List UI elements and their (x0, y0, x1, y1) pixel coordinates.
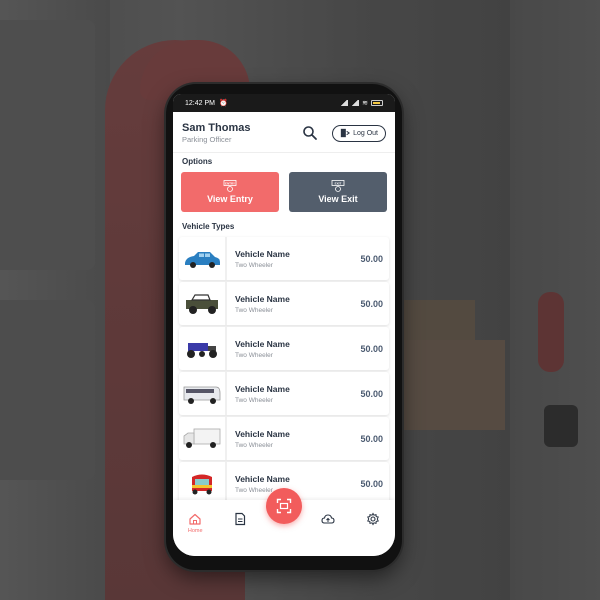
view-exit-label: View Exit (318, 194, 358, 204)
vehicle-price: 50.00 (360, 253, 383, 264)
vehicle-price: 50.00 (360, 343, 383, 354)
battery-icon (371, 100, 383, 106)
list-item[interactable]: Vehicle Name Two Wheeler 50.00 (179, 372, 389, 415)
view-entry-button[interactable]: ENTRY View Entry (181, 172, 279, 212)
list-item[interactable]: Vehicle Name Two Wheeler 50.00 (179, 282, 389, 325)
truck-icon (179, 417, 227, 460)
vehicle-price: 50.00 (360, 298, 383, 309)
user-info: Sam Thomas Parking Officer (182, 122, 302, 144)
vehicle-name: Vehicle Name (235, 293, 290, 304)
cloud-upload-icon (321, 514, 335, 524)
list-item[interactable]: Vehicle Name Two Wheeler 50.00 (179, 237, 389, 280)
logout-icon (340, 128, 351, 138)
view-entry-label: View Entry (207, 194, 253, 204)
gear-icon (366, 512, 379, 526)
scan-icon (276, 498, 292, 514)
vehicle-type: Two Wheeler (235, 396, 273, 404)
vehicle-name: Vehicle Name (235, 428, 290, 439)
signal-icon-2 (351, 100, 360, 106)
exit-icon-text: EXIT (335, 181, 342, 185)
user-name: Sam Thomas (182, 122, 251, 134)
entry-icon: ENTRY (223, 180, 237, 192)
wifi-icon: ≋ (362, 100, 368, 107)
vehicle-price: 50.00 (360, 388, 383, 399)
entry-icon-text: ENTRY (225, 181, 235, 185)
search-icon[interactable] (302, 125, 318, 141)
vehicle-type: Two Wheeler (235, 261, 273, 269)
logout-label: Log Out (353, 129, 378, 137)
vehicle-list: Vehicle Name Two Wheeler 50.00 Vehicle Na… (173, 235, 395, 505)
list-item[interactable]: Vehicle Name Two Wheeler 50.00 (179, 327, 389, 370)
bottom-navigation: Home (173, 488, 395, 556)
view-exit-button[interactable]: EXIT View Exit (289, 172, 387, 212)
vehicle-price: 50.00 (360, 478, 383, 489)
nav-home[interactable]: Home (179, 512, 211, 534)
exit-icon: EXIT (331, 180, 345, 192)
vehicle-price: 50.00 (360, 433, 383, 444)
vehicle-type: Two Wheeler (235, 441, 273, 449)
nav-settings[interactable] (357, 512, 389, 526)
vehicle-type: Two Wheeler (235, 486, 273, 494)
bus-icon (179, 372, 227, 415)
vehicle-name: Vehicle Name (235, 338, 290, 349)
home-icon (189, 513, 201, 525)
vehicle-type: Two Wheeler (235, 306, 273, 314)
status-bar: 12:42 PM ⏰ ≋ (173, 94, 395, 112)
alarm-icon: ⏰ (218, 100, 228, 107)
list-item[interactable]: Vehicle Name Two Wheeler 50.00 (179, 417, 389, 460)
vehicle-name: Vehicle Name (235, 473, 290, 484)
nav-documents[interactable] (224, 512, 256, 526)
vehicle-types-heading: Vehicle Types (182, 222, 235, 231)
logout-button[interactable]: Log Out (332, 124, 386, 142)
user-role: Parking Officer (182, 135, 232, 144)
document-icon (234, 512, 245, 526)
tuk-tuk-icon (179, 462, 227, 505)
nav-upload[interactable] (312, 512, 344, 526)
app-screen: 12:42 PM ⏰ ≋ Sam Thomas Parking Officer … (173, 94, 395, 556)
scan-button[interactable] (266, 488, 302, 524)
nav-home-label: Home (187, 528, 203, 534)
vehicle-name: Vehicle Name (235, 248, 290, 259)
options-row: ENTRY View Entry EXIT View Exit (173, 170, 395, 218)
vehicle-type: Two Wheeler (235, 351, 273, 359)
jeep-icon (179, 282, 227, 325)
car-icon (179, 237, 227, 280)
motorcycle-icon (179, 327, 227, 370)
status-time: 12:42 PM (185, 99, 215, 107)
app-header: Sam Thomas Parking Officer Log Out (173, 112, 395, 153)
options-heading: Options (182, 157, 213, 166)
vehicle-name: Vehicle Name (235, 383, 290, 394)
signal-icon (340, 100, 349, 106)
